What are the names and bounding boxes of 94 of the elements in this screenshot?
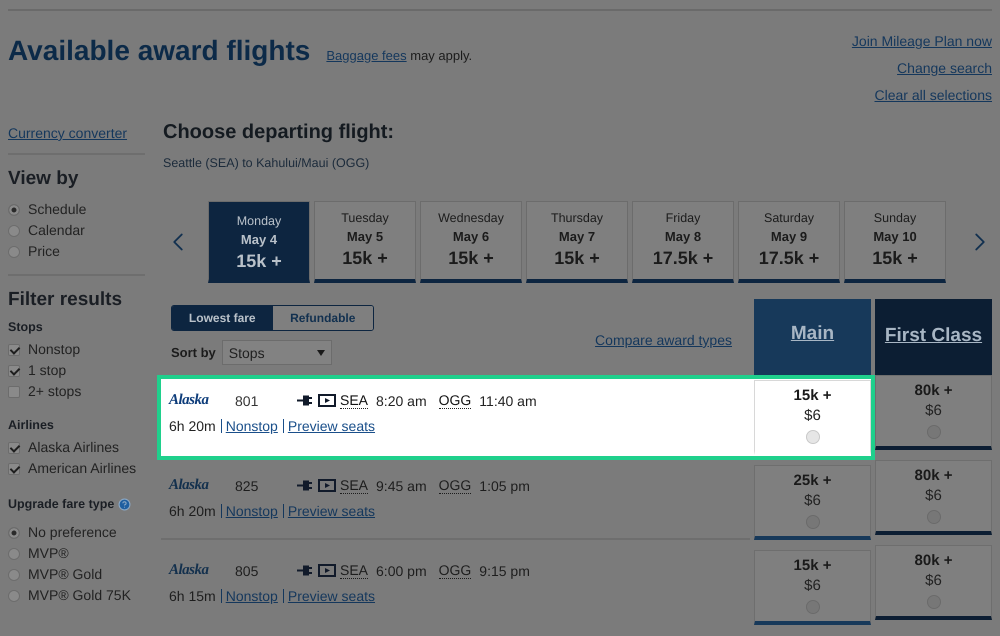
option-label: Price: [28, 242, 60, 261]
power-plug-icon: [297, 480, 315, 491]
fare-cell[interactable]: 80k + $6: [875, 460, 992, 535]
date-tab[interactable]: Sunday May 10 15k +: [844, 201, 946, 283]
radio-button[interactable]: [8, 569, 20, 581]
option-label: Nonstop: [28, 340, 80, 359]
radio-button[interactable]: [8, 225, 20, 237]
date-tab[interactable]: Friday May 8 17.5k +: [632, 201, 734, 283]
option-label: 2+ stops: [28, 382, 82, 401]
radio-button[interactable]: [8, 204, 20, 216]
fare-radio[interactable]: [806, 430, 820, 444]
fare-cell[interactable]: 15k + $6: [754, 550, 871, 625]
fare-cell[interactable]: 80k + $6: [875, 375, 992, 450]
stops-heading: Stops: [8, 320, 44, 334]
arrival-time: 1:05 pm: [479, 478, 530, 494]
arrival-time: 9:15 pm: [479, 562, 530, 578]
option-label: MVP® Gold 75K: [28, 586, 131, 605]
caret-icon: [316, 350, 325, 356]
flight-number: 825: [235, 478, 260, 494]
checkbox[interactable]: [8, 463, 20, 475]
duration: 6h 15m: [169, 588, 216, 604]
airport-code: OGG: [438, 392, 472, 408]
stops-link[interactable]: Nonstop: [220, 504, 278, 518]
power-plug-icon: [297, 395, 315, 406]
video-screen-icon: [318, 394, 336, 407]
date-tab[interactable]: Tuesday May 5 15k +: [314, 201, 416, 283]
date-tab[interactable]: Saturday May 9 17.5k +: [738, 201, 840, 283]
checkbox[interactable]: [8, 344, 20, 356]
option-label: MVP® Gold: [28, 565, 102, 584]
airline-logo: Alaska: [169, 562, 210, 579]
preview-seats-link[interactable]: Preview seats: [282, 504, 376, 518]
fare-column-link[interactable]: Main: [790, 323, 834, 345]
departure-time: 8:20 am: [376, 392, 427, 408]
power-plug-icon: [297, 565, 315, 576]
preview-seats-link[interactable]: Preview seats: [282, 419, 376, 433]
option-label: MVP®: [28, 544, 69, 563]
sort-label: Sort by: [171, 345, 216, 360]
option-label: No preference: [28, 523, 117, 542]
radio-button[interactable]: [8, 590, 20, 602]
airport-code: OGG: [438, 478, 472, 494]
video-screen-icon: [318, 564, 336, 577]
checkbox[interactable]: [8, 386, 20, 398]
flight-number: 801: [235, 392, 260, 408]
option-label: Schedule: [28, 200, 86, 219]
radio-button[interactable]: [8, 548, 20, 560]
fare-toggle-button[interactable]: Lowest fare: [172, 306, 272, 330]
option-label: American Airlines: [28, 459, 136, 478]
header-link[interactable]: Change search: [897, 60, 992, 76]
baggage-note: Baggage fees may apply.: [326, 48, 472, 63]
airport-code: OGG: [438, 562, 472, 578]
help-icon[interactable]: [118, 498, 132, 510]
page-title: Available award flights: [8, 35, 310, 67]
filter-heading: Filter results: [8, 289, 124, 311]
view-by-heading: View by: [8, 168, 80, 190]
airline-logo: Alaska: [169, 392, 210, 409]
fare-cell[interactable]: 80k + $6: [875, 545, 992, 620]
checkbox[interactable]: [8, 442, 20, 454]
fare-column-link[interactable]: First Class: [884, 325, 982, 347]
option-label: Alaska Airlines: [28, 438, 120, 457]
section-title: Choose departing flight:: [163, 121, 396, 144]
airport-code: SEA: [340, 478, 368, 494]
header-link[interactable]: Join Mileage Plan now: [852, 33, 992, 49]
flight-number: 805: [235, 562, 260, 578]
departure-time: 9:45 am: [376, 478, 427, 494]
airlines-heading: Airlines: [8, 418, 55, 432]
fare-cell[interactable]: 15k + $6: [754, 380, 871, 455]
radio-button[interactable]: [8, 246, 20, 258]
duration: 6h 20m: [169, 418, 216, 434]
radio-button[interactable]: [8, 527, 20, 539]
stops-link[interactable]: Nonstop: [220, 419, 278, 433]
fare-toggle-button[interactable]: Refundable: [272, 306, 373, 330]
option-label: 1 stop: [28, 361, 66, 380]
currency-converter-link[interactable]: Currency converter: [8, 125, 128, 141]
fare-cell[interactable]: 25k + $6: [754, 465, 871, 540]
option-label: Calendar: [28, 221, 85, 240]
date-tab[interactable]: Thursday May 7 15k +: [526, 201, 628, 283]
header-link[interactable]: Clear all selections: [874, 87, 992, 103]
stops-link[interactable]: Nonstop: [220, 589, 278, 603]
date-tab[interactable]: Wednesday May 6 15k +: [420, 201, 522, 283]
airline-logo: Alaska: [169, 477, 210, 494]
departure-time: 6:00 pm: [376, 562, 427, 578]
baggage-fees-link[interactable]: Baggage fees: [326, 48, 407, 63]
duration: 6h 20m: [169, 503, 216, 519]
route-text: Seattle (SEA) to Kahului/Maui (OGG): [163, 156, 370, 170]
preview-seats-link[interactable]: Preview seats: [282, 589, 376, 603]
checkbox[interactable]: [8, 365, 20, 377]
airport-code: SEA: [340, 562, 368, 578]
video-screen-icon: [318, 479, 336, 492]
sort-select[interactable]: Stops: [222, 340, 332, 365]
compare-award-types-link[interactable]: Compare award types: [595, 332, 732, 348]
upgrade-heading: Upgrade fare type: [8, 497, 114, 511]
arrival-time: 11:40 am: [479, 392, 537, 408]
date-tab[interactable]: Monday May 4 15k +: [208, 201, 310, 283]
airport-code: SEA: [340, 392, 368, 408]
